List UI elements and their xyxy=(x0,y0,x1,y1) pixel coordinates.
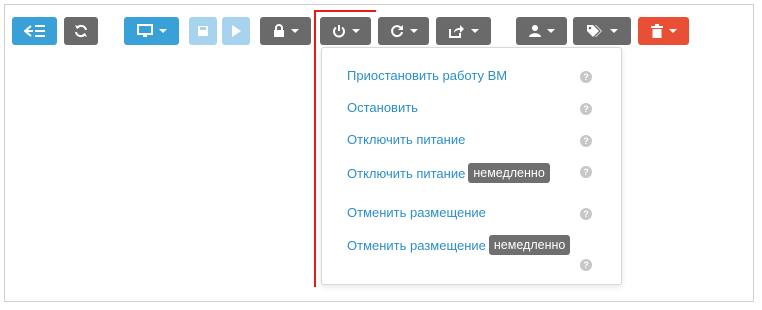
annotation-line xyxy=(314,10,376,12)
annotation-line xyxy=(314,10,316,287)
chevron-down-icon xyxy=(470,29,479,33)
question-circle-icon[interactable]: ? xyxy=(580,71,592,83)
play-icon xyxy=(232,25,241,37)
lock-button[interactable] xyxy=(260,17,311,45)
chevron-down-icon xyxy=(668,29,677,33)
save-button[interactable] xyxy=(189,17,217,45)
chevron-down-icon xyxy=(610,29,618,33)
user-icon xyxy=(528,25,541,37)
menu-item-label: Отменить размещение xyxy=(347,237,486,253)
trash-icon xyxy=(650,24,663,38)
menu-item-poweroff[interactable]: Отключить питание xyxy=(347,132,465,147)
play-button[interactable] xyxy=(222,17,250,45)
chevron-down-icon xyxy=(546,29,555,33)
reboot-icon xyxy=(390,25,403,38)
menu-item-label: Приостановить работу ВМ xyxy=(347,68,508,83)
menu-item-label: Отменить размещение xyxy=(347,205,486,220)
tags-icon xyxy=(587,25,602,37)
power-button[interactable] xyxy=(320,17,371,45)
refresh-button[interactable] xyxy=(64,17,98,45)
power-icon xyxy=(332,25,345,38)
reboot-button[interactable] xyxy=(378,17,429,45)
question-circle-icon[interactable]: ? xyxy=(580,166,592,178)
question-circle-icon[interactable]: ? xyxy=(580,208,592,220)
chevron-down-icon xyxy=(158,29,167,33)
menu-item-stop[interactable]: Остановить xyxy=(347,100,418,115)
share-button[interactable] xyxy=(436,17,491,45)
back-list-icon xyxy=(23,25,45,37)
menu-item-label: Остановить xyxy=(347,100,418,115)
question-circle-icon[interactable]: ? xyxy=(580,135,592,147)
refresh-icon xyxy=(75,24,87,38)
tags-button[interactable] xyxy=(573,17,631,45)
badge-immediately: немедленно xyxy=(488,235,571,255)
badge-immediately: немедленно xyxy=(468,163,550,183)
save-icon xyxy=(198,26,208,36)
question-circle-icon[interactable]: ? xyxy=(580,103,592,115)
vnc-console-button[interactable] xyxy=(124,17,179,45)
menu-item-label: Отключить питание xyxy=(347,165,466,181)
chevron-down-icon xyxy=(351,29,360,33)
chevron-down-icon xyxy=(409,29,418,33)
power-dropdown-menu: Приостановить работу ВМ ? Остановить ? О… xyxy=(321,47,622,285)
user-button[interactable] xyxy=(516,17,567,45)
question-circle-icon[interactable]: ? xyxy=(580,259,592,271)
share-icon xyxy=(448,25,464,38)
delete-button[interactable] xyxy=(638,17,689,45)
back-to-list-button[interactable] xyxy=(12,17,57,45)
menu-item-undeploy-hard[interactable]: Отменить размещение немедленно xyxy=(347,235,571,255)
monitor-icon xyxy=(136,24,153,37)
menu-item-poweroff-hard[interactable]: Отключить питание немедленно xyxy=(347,163,550,183)
lock-icon xyxy=(273,24,284,37)
chevron-down-icon xyxy=(290,29,299,33)
menu-item-label: Отключить питание xyxy=(347,132,466,147)
menu-item-undeploy[interactable]: Отменить размещение xyxy=(347,205,486,220)
menu-item-suspend[interactable]: Приостановить работу ВМ xyxy=(347,68,507,83)
